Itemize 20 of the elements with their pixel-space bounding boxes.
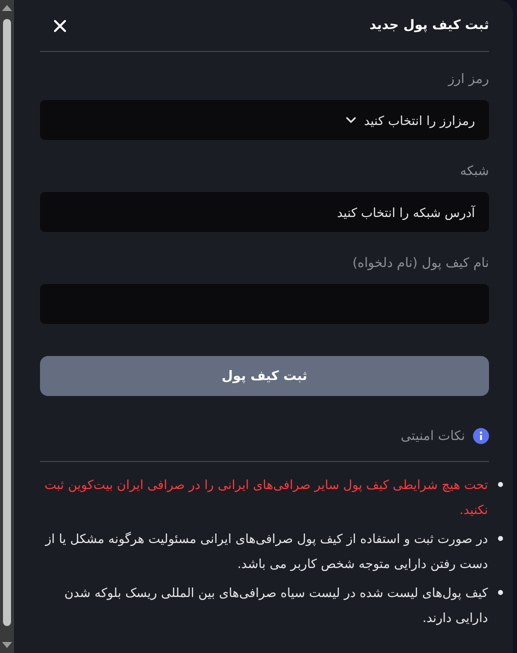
note-text: کیف پول‌های لیست شده در لیست سیاه صرافی‌های بین المللی ریسک بلوکه شدن دارایی دارند. xyxy=(63,584,488,627)
scroll-thumb[interactable] xyxy=(3,19,11,626)
close-icon xyxy=(54,20,66,32)
scroll-down-icon[interactable] xyxy=(2,642,12,648)
field-label: رمز ارز xyxy=(446,71,489,89)
select-field[interactable]: آدرس شبکه را انتخاب کنید xyxy=(40,192,489,232)
note-text: تحت هیچ شرایطی کیف پول سایر صرافی‌های ایرانی را در صرافی ایران بیت‌کوین ثبت نکنید. xyxy=(44,476,488,519)
bullet-icon xyxy=(498,482,503,487)
info-icon xyxy=(473,428,489,444)
dialog-title: ثبت کیف پول جدید xyxy=(370,18,489,33)
note-text: در صورت ثبت و استفاده از کیف پول صرافی‌های ایرانی مسئولیت هرگونه مشکل یا از دست رفتن دارایی متوجه شخص کاربر می باشد. xyxy=(44,530,488,573)
field-label: شبکه xyxy=(459,163,489,181)
notes-title: نکات امنیتی xyxy=(400,428,465,444)
select-field[interactable]: رمزارز را انتخاب کنید xyxy=(40,100,489,140)
scroll-up-icon[interactable] xyxy=(2,5,12,11)
input-field[interactable] xyxy=(40,284,489,324)
bullet-icon xyxy=(498,590,503,595)
bullet-icon xyxy=(498,536,503,541)
field-label: نام کیف پول (نام دلخواه) xyxy=(351,255,489,273)
chevron-icon xyxy=(346,117,356,123)
